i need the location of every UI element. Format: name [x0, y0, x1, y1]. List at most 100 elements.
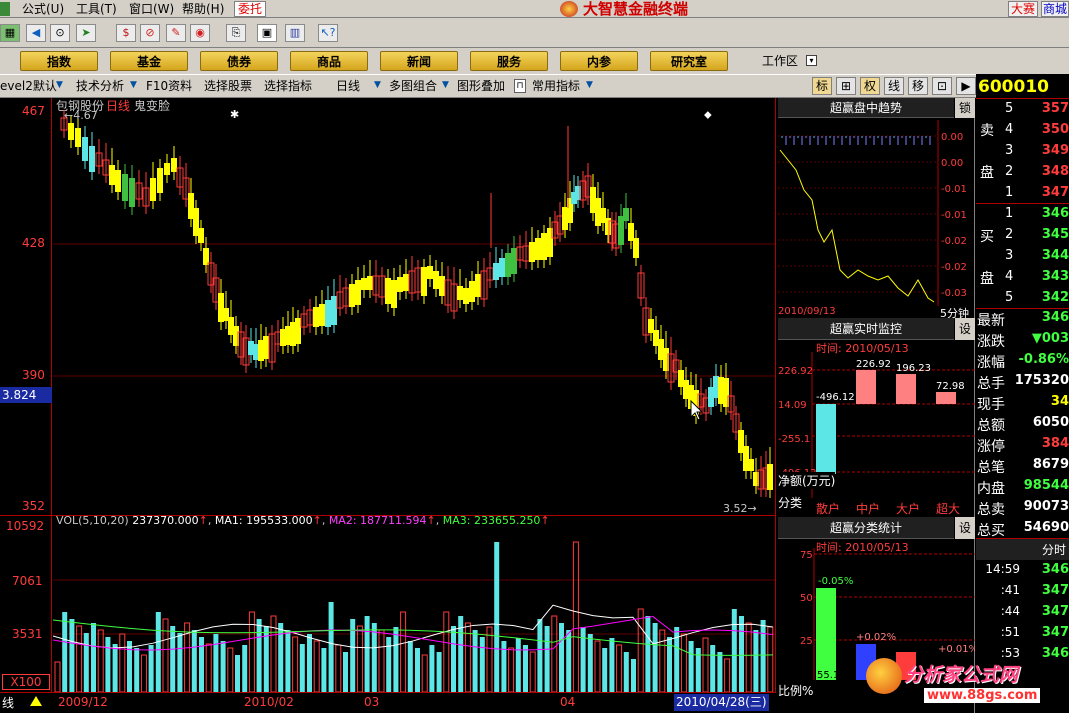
nav-service[interactable]: 服务 — [470, 51, 548, 71]
volume-bar — [199, 637, 204, 692]
class-settings-button[interactable]: 设 — [955, 517, 975, 539]
select-indicator-tab[interactable]: 选择指标 — [264, 78, 312, 94]
menu-formula[interactable]: 公式(U) — [22, 1, 64, 17]
sell-level-price[interactable]: 348 — [1030, 164, 1069, 179]
overlay-tab[interactable]: 图形叠加 — [457, 78, 505, 94]
nav-research[interactable]: 研究室 — [650, 51, 728, 71]
contest-button[interactable]: 大赛 — [1008, 1, 1038, 17]
volume-bar — [54, 661, 61, 692]
stat-value: 34 — [1050, 394, 1069, 409]
help-icon[interactable]: ↖? — [318, 24, 338, 42]
date-tick: 2010/02 — [244, 695, 294, 709]
mall-button[interactable]: 商城 — [1041, 1, 1069, 17]
dropdown-arrow-icon[interactable]: ▼ — [374, 80, 381, 90]
move-button[interactable]: 移 — [908, 77, 928, 95]
buy-level-price[interactable]: 343 — [1030, 269, 1069, 284]
class-panel-title: 超赢分类统计 — [778, 517, 954, 539]
workspace-icon[interactable]: ▾ — [806, 55, 817, 66]
daily-line-select[interactable]: 日线 — [336, 78, 360, 94]
nav-insider[interactable]: 内参 — [560, 51, 638, 71]
buy-level-price[interactable]: 344 — [1030, 248, 1069, 263]
stat-value: 8679 — [1032, 457, 1069, 472]
lock-icon[interactable]: ⊓ — [514, 79, 526, 93]
tick-price: 347 — [1041, 625, 1069, 640]
dropdown-arrow-icon[interactable]: ▼ — [586, 80, 593, 90]
rights-button[interactable]: 权 — [860, 77, 880, 95]
volume-bar — [148, 645, 154, 692]
sell-level-price[interactable]: 349 — [1030, 143, 1069, 158]
menu-help[interactable]: 帮助(H) — [182, 1, 224, 17]
nav-index[interactable]: 指数 — [20, 51, 98, 71]
menu-tools[interactable]: 工具(T) — [76, 1, 117, 17]
volume-bar — [479, 637, 485, 692]
price-axis — [0, 98, 52, 516]
candle-body — [367, 276, 373, 290]
up-arrow-icon[interactable] — [30, 696, 42, 706]
nav-news[interactable]: 新闻 — [380, 51, 458, 71]
forward-icon[interactable]: ➤ — [76, 24, 96, 42]
buy-level-price[interactable]: 346 — [1030, 206, 1069, 221]
volume-bar — [587, 634, 593, 692]
level2-default[interactable]: evel2默认 — [0, 78, 57, 94]
nav-bond[interactable]: 债券 — [200, 51, 278, 71]
multi-chart-tab[interactable]: 多图组合 — [389, 78, 437, 94]
volume-bar — [659, 629, 666, 692]
sell-level-price[interactable]: 350 — [1030, 122, 1069, 137]
buy-level-price[interactable]: 342 — [1030, 290, 1069, 305]
next-button[interactable]: ▶ — [956, 77, 976, 95]
books-icon[interactable]: ▥ — [285, 24, 305, 42]
f10-tab[interactable]: F10资料 — [146, 78, 192, 94]
tick-time: :51 — [1000, 625, 1020, 639]
nav-fund[interactable]: 基金 — [110, 51, 188, 71]
window-button[interactable]: ⊡ — [932, 77, 952, 95]
back-icon[interactable]: ◀ — [26, 24, 46, 42]
candle-body — [397, 277, 403, 292]
monitor-bar — [856, 370, 876, 404]
stat-label: 总手 — [977, 376, 1005, 392]
entrust-button[interactable]: 委托 — [234, 1, 267, 17]
monitor-settings-button[interactable]: 设 — [955, 318, 975, 340]
dropdown-arrow-icon[interactable]: ▼ — [130, 80, 137, 90]
star-marker: ✱ — [230, 108, 240, 121]
mark-button[interactable]: 标 — [812, 77, 832, 95]
date-mode[interactable]: 线 — [2, 694, 14, 711]
price-tick: 428 — [22, 236, 45, 250]
window-icon[interactable]: ▣ — [257, 24, 277, 42]
volume-bar — [407, 641, 413, 692]
volume-bar — [702, 637, 709, 692]
dropdown-arrow-icon[interactable]: ▼ — [442, 80, 449, 90]
tool-icon[interactable]: ✎ — [166, 24, 186, 42]
copy-icon[interactable]: ⎘ — [226, 24, 246, 42]
candle-body — [403, 274, 409, 291]
monitor-bar — [896, 374, 916, 404]
dropdown-arrow-icon[interactable]: ▼ — [56, 80, 63, 90]
volume-bar — [472, 630, 478, 692]
menu-window[interactable]: 窗口(W) — [129, 1, 174, 17]
grid-icon[interactable]: ▦ — [0, 24, 20, 42]
volume-bar — [356, 625, 363, 692]
dollar-icon[interactable]: $ — [116, 24, 136, 42]
stat-value: 384 — [1041, 436, 1069, 451]
common-indicator-tab[interactable]: 常用指标 — [532, 78, 580, 94]
volume-bar — [580, 627, 586, 692]
buy-level-price[interactable]: 345 — [1030, 227, 1069, 242]
stop-icon[interactable]: ⊘ — [140, 24, 160, 42]
sell-level-price[interactable]: 357 — [1030, 101, 1069, 116]
sell-level-price[interactable]: 347 — [1030, 185, 1069, 200]
candle-body — [748, 459, 754, 471]
monitor-bar-value: 226.92 — [856, 359, 891, 370]
workspace-label[interactable]: 工作区 — [762, 53, 798, 69]
tech-analysis-tab[interactable]: 技术分析 — [76, 78, 124, 94]
volume-tick: 7061 — [12, 574, 43, 588]
alert-icon[interactable]: ◉ — [190, 24, 210, 42]
line-button[interactable]: 线 — [884, 77, 904, 95]
stat-value: 175320 — [1014, 373, 1069, 388]
sell-level-num: 4 — [1005, 122, 1014, 137]
binoculars-icon[interactable]: ⊙ — [50, 24, 70, 42]
candle-body — [355, 280, 361, 305]
volume-bar — [235, 655, 240, 692]
grid-button[interactable]: ⊞ — [836, 77, 856, 95]
nav-commodity[interactable]: 商品 — [290, 51, 368, 71]
trend-lock-button[interactable]: 锁 — [955, 98, 975, 118]
select-stock-tab[interactable]: 选择股票 — [204, 78, 252, 94]
